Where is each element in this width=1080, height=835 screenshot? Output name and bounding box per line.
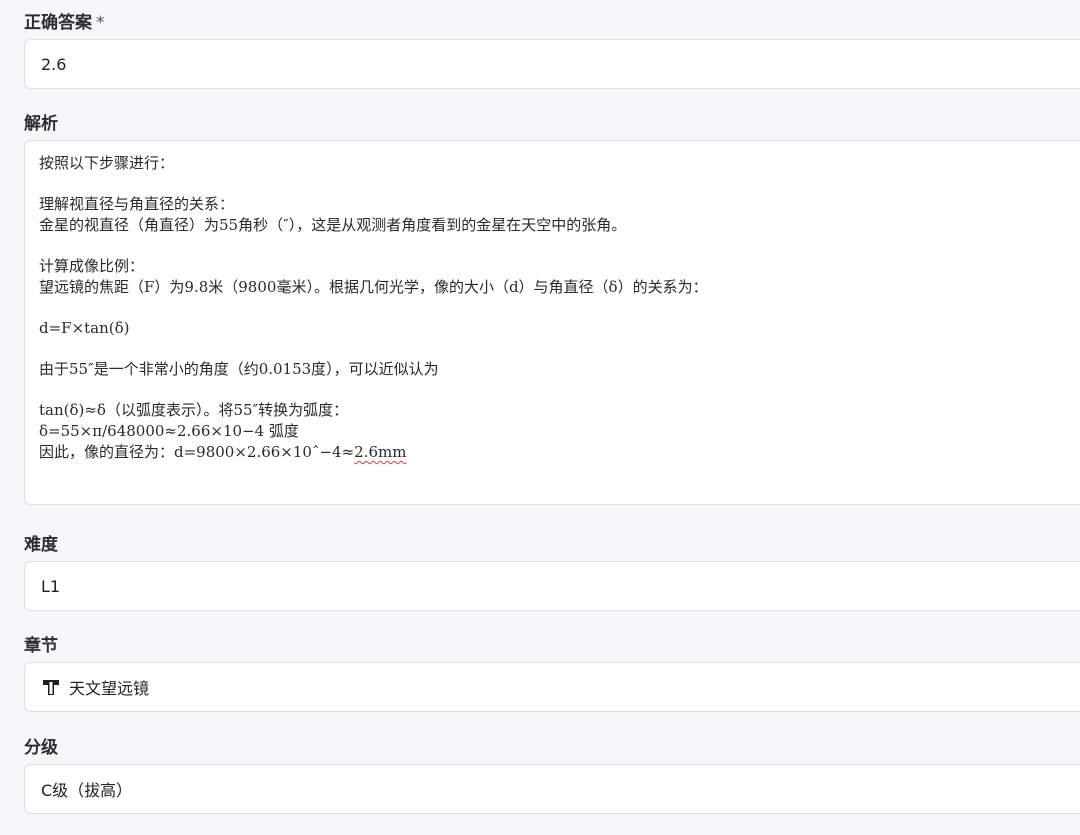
- analysis-final-line-text: 因此，像的直径为：d=9800×2.66×10ˆ−4≈: [39, 443, 355, 461]
- chapter-value: 天文望远镜: [69, 679, 150, 698]
- analysis-textarea[interactable]: 按照以下步骤进行： 理解视直径与角直径的关系： 金星的视直径（角直径）为55角秒（″…: [24, 140, 1080, 505]
- analysis-blank-line: [39, 380, 1080, 400]
- analysis-line: 由于55″是一个非常小的角度（约0.0153度），可以近似认为: [39, 360, 439, 378]
- analysis-line: 计算成像比例：: [39, 257, 145, 275]
- analysis-content: 按照以下步骤进行： 理解视直径与角直径的关系： 金星的视直径（角直径）为55角秒（″…: [39, 153, 1080, 442]
- correct-answer-value: 2.6: [41, 54, 67, 74]
- required-mark: *: [96, 13, 105, 33]
- analysis-label-text: 解析: [24, 114, 58, 134]
- correct-answer-input[interactable]: 2.6: [24, 39, 1080, 89]
- analysis-line: δ=55×π/648000≈2.66×10−4 弧度: [39, 422, 299, 440]
- analysis-label: 解析: [24, 113, 58, 135]
- analysis-line: d=F×tan(δ): [39, 319, 130, 337]
- analysis-line: 金星的视直径（角直径）为55角秒（″），这是从观测者角度看到的金星在天空中的张角…: [39, 216, 627, 234]
- difficulty-label-text: 难度: [24, 535, 58, 555]
- analysis-line: tan(δ)≈δ（以弧度表示）。将55″转换为弧度：: [39, 401, 349, 419]
- grade-select[interactable]: C级（拔高）: [24, 764, 1080, 814]
- difficulty-input[interactable]: L1: [24, 561, 1080, 611]
- difficulty-value: L1: [41, 576, 61, 596]
- grade-label: 分级: [24, 737, 58, 759]
- chapter-select[interactable]: 天文望远镜: [24, 662, 1080, 712]
- correct-answer-label: 正确答案 *: [24, 12, 105, 34]
- tag-icon: [41, 677, 63, 697]
- analysis-final-line: 因此，像的直径为：d=9800×2.66×10ˆ−4≈2.6mm: [39, 442, 1080, 463]
- grade-value: C级（拔高）: [41, 781, 133, 800]
- analysis-blank-line: [39, 236, 1080, 256]
- analysis-line: 按照以下步骤进行：: [39, 154, 175, 172]
- grade-label-text: 分级: [24, 738, 58, 758]
- chapter-label: 章节: [24, 635, 58, 657]
- chapter-label-text: 章节: [24, 636, 58, 656]
- difficulty-label: 难度: [24, 534, 58, 556]
- analysis-line: 望远镜的焦距（F）为9.8米（9800毫米）。根据几何光学，像的大小（d）与角直…: [39, 278, 708, 296]
- spellcheck-flagged-text: 2.6mm: [354, 443, 407, 461]
- analysis-blank-line: [39, 298, 1080, 318]
- analysis-line: 理解视直径与角直径的关系：: [39, 195, 235, 213]
- analysis-blank-line: [39, 174, 1080, 194]
- correct-answer-label-text: 正确答案: [24, 13, 92, 33]
- analysis-blank-line: [39, 339, 1080, 359]
